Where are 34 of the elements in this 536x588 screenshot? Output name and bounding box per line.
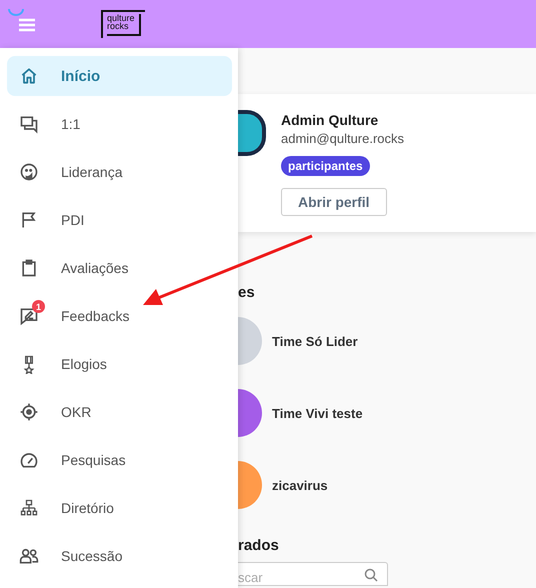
nav-item[interactable]: OKR [7,392,232,432]
target-icon [19,402,39,422]
nav-item[interactable]: PDI [7,200,232,240]
nav-item[interactable]: Sucessão [7,536,232,576]
open-profile-button[interactable]: Abrir perfil [281,188,387,216]
team-name[interactable]: Time Vivi teste [272,406,363,420]
logo[interactable]: qulture rocks [101,10,145,38]
avatar [238,110,266,156]
user-name: Admin Qulture [281,112,378,128]
user-email: admin@qulture.rocks [281,131,404,146]
gauge-icon [19,450,39,470]
search-field[interactable]: scar [238,562,388,586]
team-name[interactable]: Time Só Lider [272,334,358,348]
org-chart-icon [19,498,39,518]
loading-spinner-icon [8,8,24,16]
home-icon [19,66,39,86]
nav-item[interactable]: Elogios [7,344,232,384]
section-heading: rados [238,537,280,554]
nav-item[interactable]: Diretório [7,488,232,528]
search-icon [364,568,378,582]
nav-item[interactable]: Liderança [7,152,232,192]
menu-icon[interactable] [19,18,35,32]
nav-item[interactable]: Pesquisas [7,440,232,480]
team-name[interactable]: zicavirus [272,478,328,492]
nav-item[interactable]: Início [7,56,232,96]
people-icon [19,546,39,566]
chat-icon [19,114,39,134]
notification-badge: 1 [32,300,45,313]
face-icon [19,162,39,182]
nav-item[interactable]: 1 Feedbacks [7,296,232,336]
role-tag: participantes [281,156,370,176]
section-heading: es [238,284,256,301]
nav-item[interactable]: 1:1 [7,104,232,144]
nav-item[interactable]: Avaliações [7,248,232,288]
